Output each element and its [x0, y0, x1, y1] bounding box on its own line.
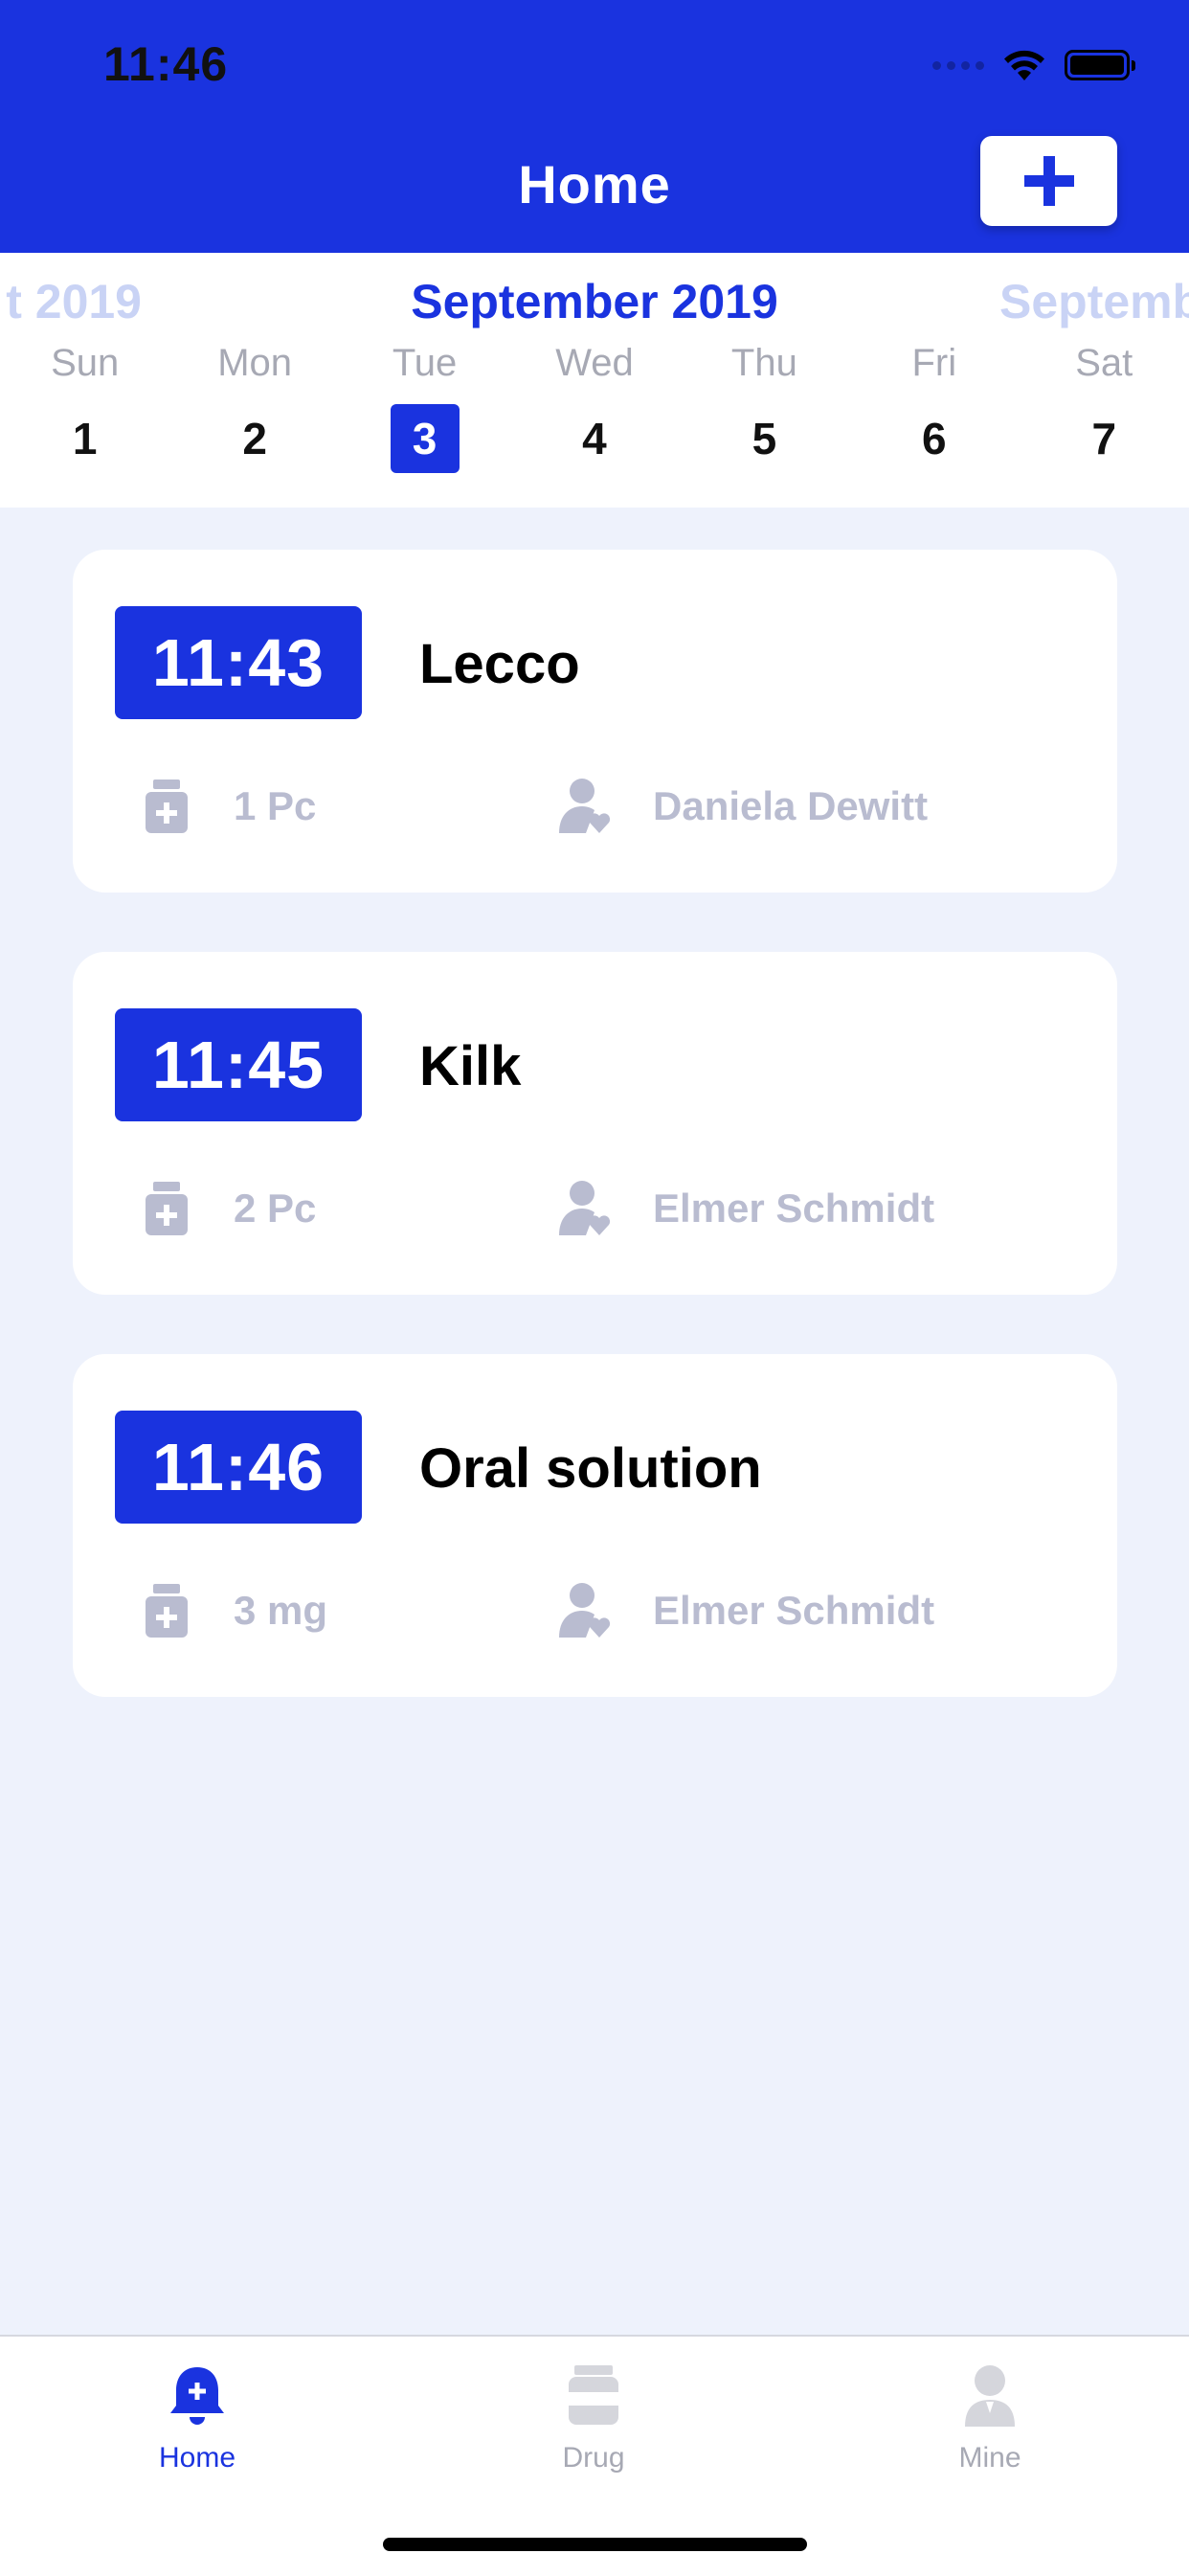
pill-bottle-icon: [569, 2365, 618, 2425]
reminder-dose: 2 Pc: [234, 1186, 317, 1231]
reminder-drug-name: Oral solution: [419, 1437, 762, 1500]
day-sat[interactable]: Sat 7: [1020, 341, 1189, 473]
day-fri[interactable]: Fri 6: [849, 341, 1019, 473]
reminder-time-badge: 11:43: [115, 606, 362, 719]
person-icon: [965, 2365, 1015, 2427]
plus-icon: [1023, 156, 1074, 206]
week-calendar[interactable]: t 2019 September 2019 Septemb Sun 1 Mon …: [0, 253, 1189, 508]
tab-mine[interactable]: Mine: [894, 2363, 1086, 2474]
day-number-selected[interactable]: 3: [390, 404, 460, 473]
reminder-time-badge: 11:45: [115, 1008, 362, 1121]
pill-bottle-icon: [146, 1584, 188, 1638]
day-number[interactable]: 5: [729, 404, 798, 473]
reminder-time-badge: 11:46: [115, 1411, 362, 1524]
person-heart-icon: [559, 1583, 611, 1638]
day-number[interactable]: 2: [220, 404, 289, 473]
tab-label: Drug: [562, 2442, 625, 2474]
tab-label: Mine: [958, 2442, 1021, 2474]
tab-label: Home: [158, 2442, 236, 2474]
day-name: Sat: [1075, 342, 1133, 384]
person-heart-icon: [559, 779, 611, 833]
day-tue[interactable]: Tue 3: [340, 341, 509, 473]
reminder-card[interactable]: 11:43 Lecco 1 Pc Daniela Dewitt: [73, 550, 1117, 893]
day-name: Sun: [51, 342, 120, 384]
reminder-person: Elmer Schmidt: [653, 1186, 935, 1231]
day-name: Wed: [555, 342, 634, 384]
add-reminder-button[interactable]: [980, 136, 1117, 226]
cellular-signal-icon: [932, 60, 984, 70]
day-name: Thu: [730, 342, 797, 384]
reminder-person: Elmer Schmidt: [653, 1588, 935, 1633]
day-name: Mon: [217, 342, 293, 384]
reminder-card[interactable]: 11:46 Oral solution 3 mg Elmer Schmidt: [73, 1354, 1117, 1697]
day-mon[interactable]: Mon 2: [169, 341, 339, 473]
reminder-dose: 3 mg: [234, 1588, 328, 1633]
day-number[interactable]: 4: [560, 404, 629, 473]
reminder-drug-name: Kilk: [419, 1035, 522, 1097]
reminder-person: Daniela Dewitt: [653, 783, 929, 828]
status-icons: [932, 44, 1135, 86]
reminder-drug-name: Lecco: [419, 633, 580, 695]
home-indicator[interactable]: [383, 2538, 807, 2551]
day-wed[interactable]: Wed 4: [509, 341, 679, 473]
wifi-icon: [1004, 50, 1044, 80]
status-time: 11:46: [103, 37, 229, 91]
week-days: Sun 1 Mon 2 Tue 3 Wed 4 Thu 5 Fri 6 Sat …: [0, 341, 1189, 473]
battery-icon: [1065, 50, 1135, 80]
day-sun[interactable]: Sun 1: [0, 341, 169, 473]
tab-home[interactable]: Home: [101, 2363, 293, 2474]
reminder-dose: 1 Pc: [234, 783, 317, 828]
day-name: Fri: [911, 342, 957, 384]
pill-bottle-icon: [146, 1182, 188, 1235]
day-name: Tue: [392, 342, 458, 384]
day-number[interactable]: 1: [51, 404, 120, 473]
day-thu[interactable]: Thu 5: [680, 341, 849, 473]
tab-drug[interactable]: Drug: [498, 2363, 689, 2474]
pill-bottle-icon: [146, 780, 188, 833]
reminder-card[interactable]: 11:45 Kilk 2 Pc Elmer Schmidt: [73, 952, 1117, 1295]
day-number[interactable]: 6: [900, 404, 969, 473]
header-bar: 11:46 Home: [0, 0, 1189, 253]
bell-plus-icon: [170, 2367, 224, 2425]
person-heart-icon: [559, 1181, 611, 1235]
next-month-label[interactable]: Septemb: [999, 274, 1189, 329]
day-number[interactable]: 7: [1069, 404, 1138, 473]
